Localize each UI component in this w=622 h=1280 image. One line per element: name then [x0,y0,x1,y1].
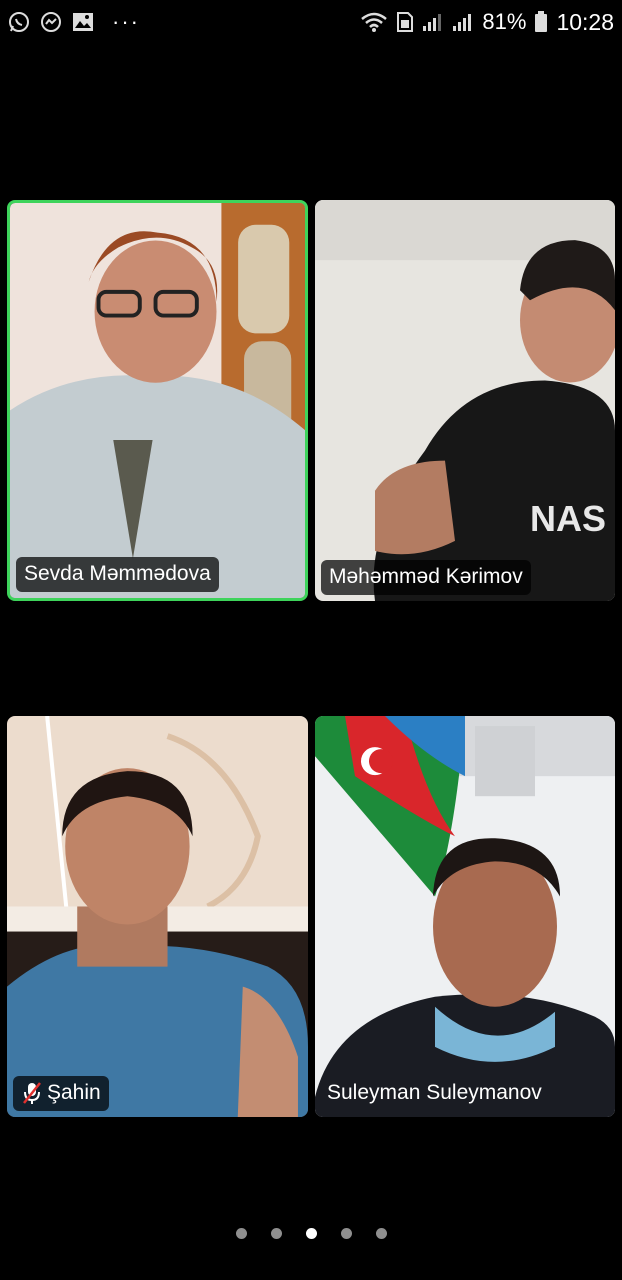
participant-name-tag: Sevda Məmmədova [16,557,219,592]
participant-name-tag: Şahin [13,1076,109,1111]
messenger-icon [40,11,62,33]
participant-name: Məhəmməd Kərimov [329,565,523,588]
svg-text:NAS: NAS [530,498,606,539]
page-indicator[interactable] [0,1228,622,1239]
gallery-icon [72,12,94,32]
status-bar: ··· 81% 10:28 [0,0,622,44]
battery-percent: 81% [482,9,527,34]
participant-name: Şahin [47,1081,101,1104]
microphone-muted-icon [21,1081,43,1105]
more-notifications: ··· [112,9,140,34]
page-dot[interactable] [235,1228,247,1239]
page-dot-current[interactable] [305,1228,317,1239]
participant-video [7,716,308,1117]
participant-video [315,716,615,1117]
signal-icon-2 [452,12,474,32]
sim-icon [396,11,414,33]
participant-video: NAS [315,200,615,601]
participant-tile-2[interactable]: NAS Məhəmməd Kərimov [315,200,615,601]
page-dot[interactable] [375,1228,387,1239]
notification-icons: ··· [8,9,140,35]
page-dot[interactable] [270,1228,282,1239]
page-dot[interactable] [340,1228,352,1239]
wifi-icon [360,11,388,33]
participant-tile-1[interactable]: Sevda Məmmədova [7,200,308,601]
participant-tile-4[interactable]: Suleyman Suleymanov [315,716,615,1117]
participant-name-tag: Məhəmməd Kərimov [321,560,531,595]
participant-name: Suleyman Suleymanov [327,1081,542,1104]
signal-icon-1 [422,12,444,32]
participant-video [10,203,305,598]
participant-tile-3[interactable]: Şahin [7,716,308,1117]
participant-name-tag: Suleyman Suleymanov [321,1076,550,1111]
whatsapp-icon [8,11,30,33]
system-icons: 81% 10:28 [360,9,614,36]
clock: 10:28 [556,8,614,35]
battery-icon [534,11,548,33]
participant-name: Sevda Məmmədova [24,562,211,585]
